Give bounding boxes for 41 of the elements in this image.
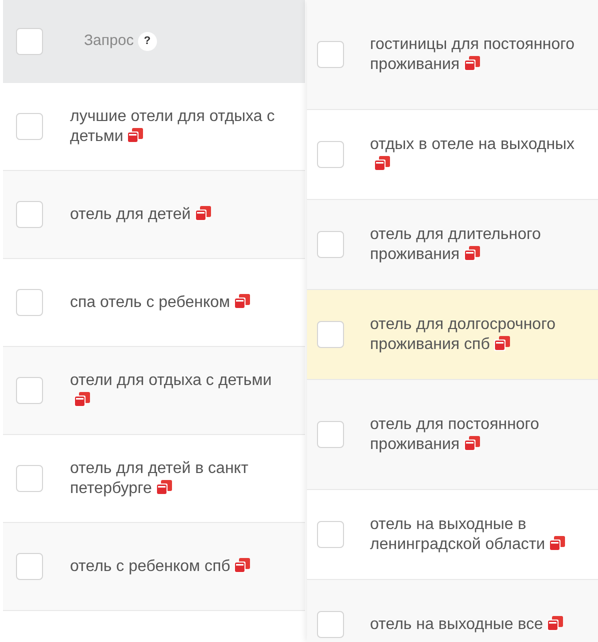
checkbox[interactable] bbox=[317, 231, 344, 258]
help-icon[interactable]: ? bbox=[138, 32, 157, 51]
query-text: отель на выходные все bbox=[370, 614, 584, 634]
checkbox[interactable] bbox=[16, 201, 43, 228]
checkbox[interactable] bbox=[16, 28, 43, 55]
query-text: отель с ребенком спб bbox=[70, 556, 288, 576]
query-text: отель для детей bbox=[70, 204, 288, 224]
checkbox[interactable] bbox=[317, 321, 344, 348]
copy-icon[interactable] bbox=[464, 246, 480, 260]
checkbox[interactable] bbox=[16, 289, 43, 316]
copy-icon[interactable] bbox=[156, 480, 172, 494]
checkbox[interactable] bbox=[16, 113, 43, 140]
query-text: гостиницы для постоянного проживания bbox=[370, 34, 576, 74]
checkbox[interactable] bbox=[16, 465, 43, 492]
query-text: отели для отдыха с детьми bbox=[70, 370, 288, 410]
checkbox[interactable] bbox=[317, 421, 344, 448]
copy-icon[interactable] bbox=[464, 56, 480, 70]
copy-icon[interactable] bbox=[374, 156, 390, 170]
copy-icon[interactable] bbox=[127, 128, 144, 142]
copy-icon[interactable] bbox=[549, 536, 566, 550]
query-text: отель для постоянного проживания bbox=[370, 414, 540, 454]
copy-icon[interactable] bbox=[194, 206, 211, 220]
query-text: отель для длительного проживания bbox=[370, 224, 542, 264]
checkbox[interactable] bbox=[317, 611, 344, 638]
checkbox[interactable] bbox=[16, 553, 43, 580]
copy-icon[interactable] bbox=[234, 558, 250, 572]
checkbox[interactable] bbox=[16, 377, 43, 404]
checkbox[interactable] bbox=[317, 521, 344, 548]
checkbox[interactable] bbox=[317, 41, 344, 68]
checkbox[interactable] bbox=[317, 141, 344, 168]
query-text: отдых в отеле на выходных bbox=[370, 134, 584, 174]
copy-icon[interactable] bbox=[546, 616, 563, 630]
query-text: лучшие отели для отдыха с детьми bbox=[70, 106, 276, 146]
copy-icon[interactable] bbox=[74, 392, 90, 406]
query-text: спа отель с ребенком bbox=[70, 292, 288, 312]
query-text: отель для детей в санкт петербурге bbox=[70, 458, 250, 498]
copy-icon[interactable] bbox=[234, 294, 250, 308]
copy-icon[interactable] bbox=[464, 436, 480, 450]
query-text: отель для долгосрочного проживания спб bbox=[370, 314, 556, 354]
query-text: отель на выходные в ленинградской области bbox=[370, 514, 584, 554]
copy-icon[interactable] bbox=[494, 336, 510, 350]
